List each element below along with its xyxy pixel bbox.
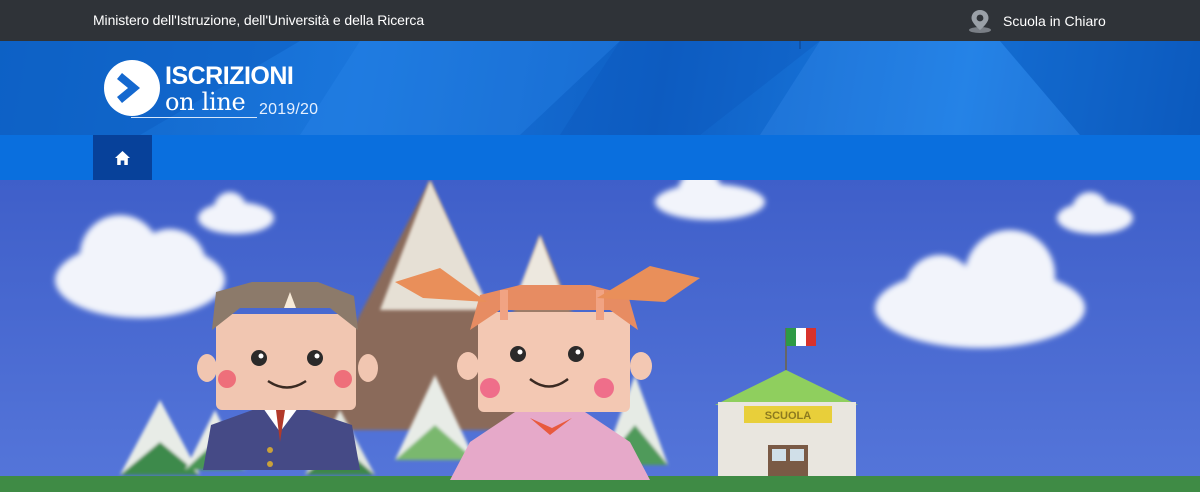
home-button[interactable]	[93, 135, 152, 180]
scuola-in-chiaro-label: Scuola in Chiaro	[1003, 13, 1106, 29]
hero-illustration: SCUOLA	[0, 180, 1200, 492]
logo-underline	[131, 117, 257, 118]
flag-white	[796, 328, 806, 346]
scuola-in-chiaro-link[interactable]: Scuola in Chiaro	[966, 8, 1106, 34]
logo-subtitle: on line	[165, 88, 246, 116]
top-bar: Ministero dell'Istruzione, dell'Universi…	[0, 0, 1200, 41]
site-header: ISCRIZIONI on line 2019/20	[0, 41, 1200, 135]
logo-year: 2019/20	[259, 101, 319, 118]
school-sign-text: SCUOLA	[765, 410, 812, 422]
chevron-right-circle-icon	[104, 60, 160, 116]
home-icon	[115, 150, 130, 165]
iscrizioni-logo[interactable]: ISCRIZIONI on line 2019/20	[103, 57, 343, 121]
ministry-name[interactable]: Ministero dell'Istruzione, dell'Universi…	[93, 12, 424, 28]
logo-title: ISCRIZIONI	[165, 62, 294, 90]
flag-green	[786, 328, 796, 346]
hero-banner: SCUOLA	[0, 180, 1200, 492]
main-nav	[0, 135, 1200, 180]
flag-red	[806, 328, 816, 346]
map-pin-icon	[969, 10, 991, 33]
